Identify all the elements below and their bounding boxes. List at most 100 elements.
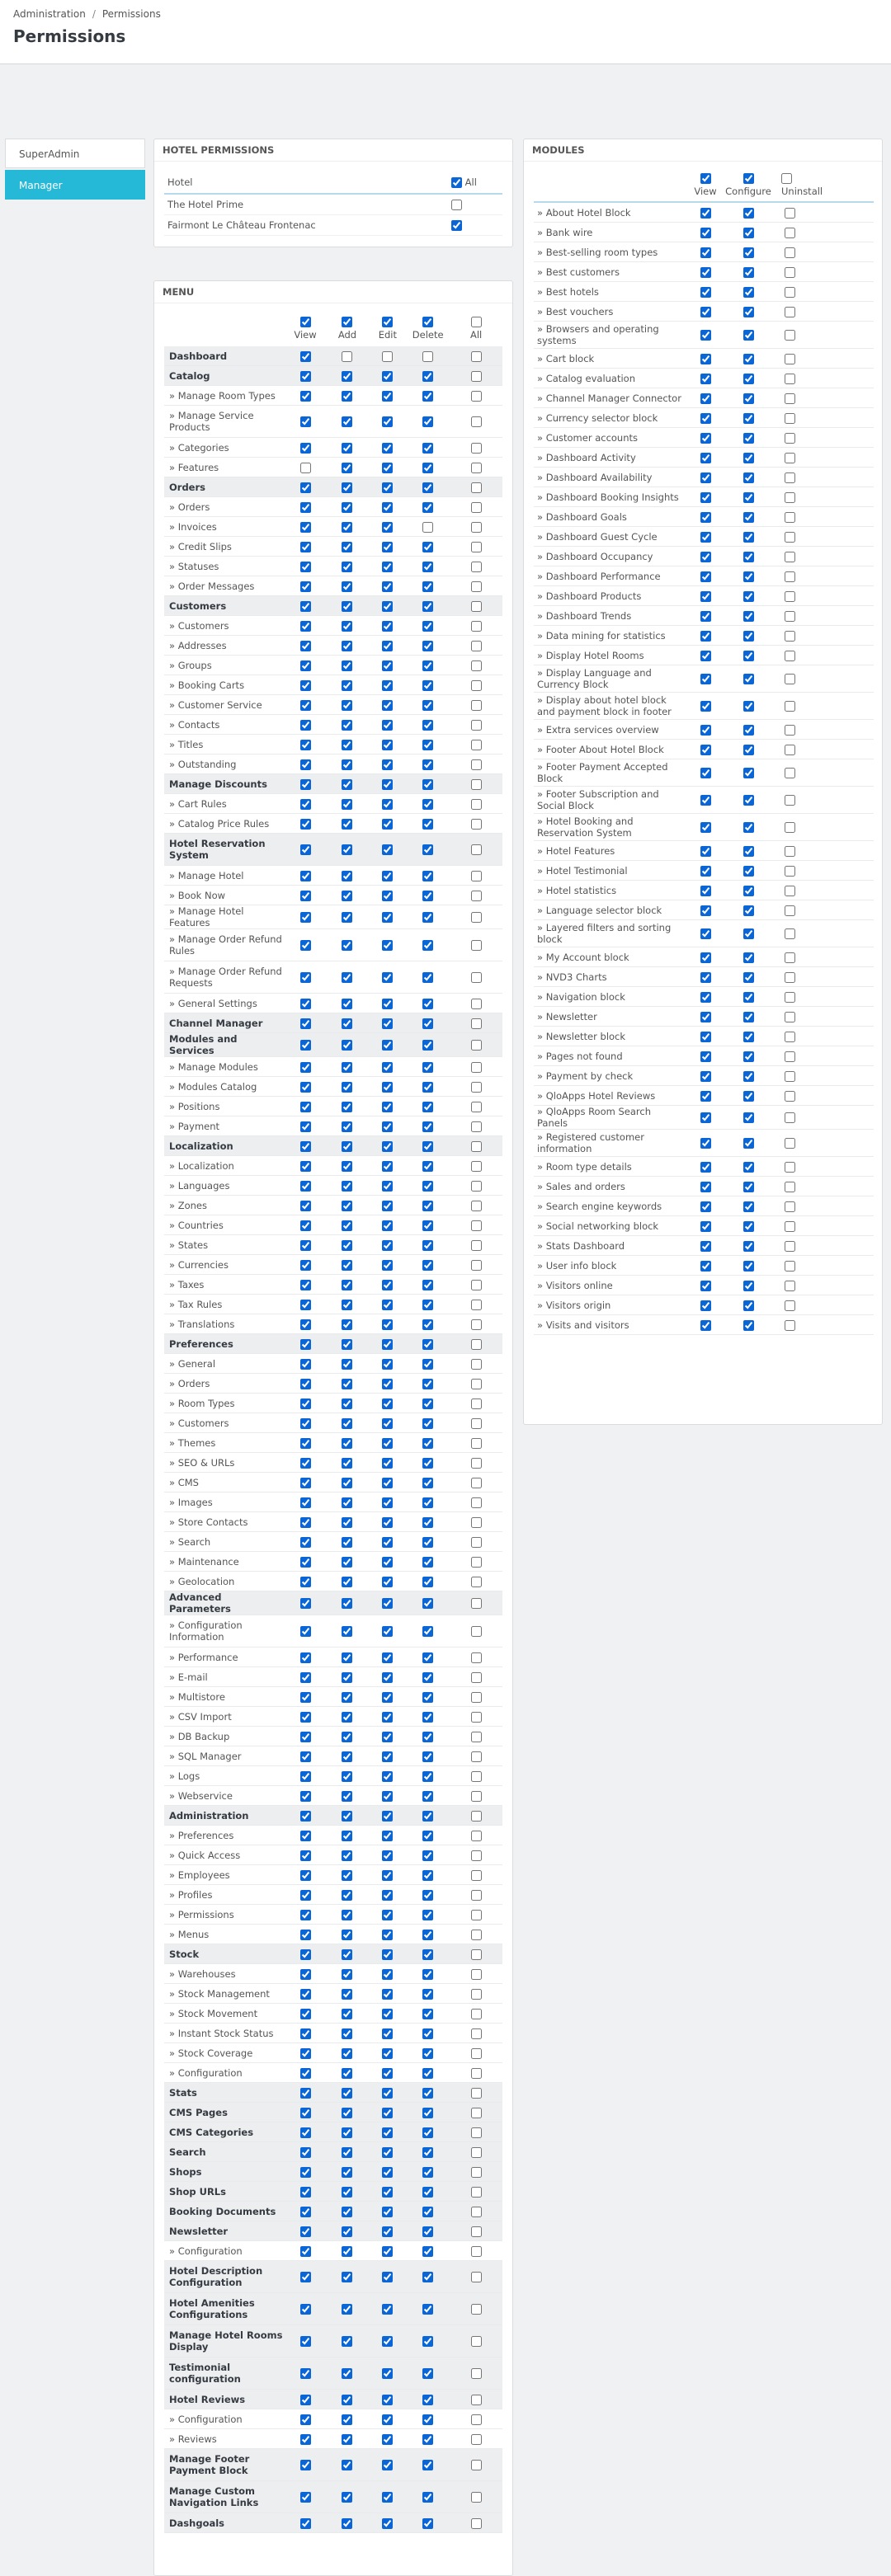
add-permission-checkbox[interactable] [342, 972, 353, 983]
view-permission-checkbox[interactable] [299, 2008, 311, 2019]
all-permission-checkbox[interactable] [470, 1259, 482, 1271]
uninstall-module-checkbox[interactable] [785, 744, 795, 755]
edit-permission-checkbox[interactable] [382, 2166, 394, 2178]
view-module-checkbox[interactable] [700, 795, 711, 806]
view-module-checkbox[interactable] [700, 991, 711, 1003]
uninstall-module-checkbox[interactable] [785, 472, 795, 483]
view-permission-checkbox[interactable] [299, 1338, 311, 1350]
delete-permission-checkbox[interactable] [422, 2127, 434, 2138]
add-permission-checkbox[interactable] [342, 1018, 353, 1029]
delete-permission-checkbox[interactable] [422, 890, 434, 901]
all-permission-checkbox[interactable] [470, 1378, 482, 1389]
delete-permission-checkbox[interactable] [422, 501, 434, 513]
view-permission-checkbox[interactable] [299, 2127, 311, 2138]
all-permission-checkbox[interactable] [470, 1929, 482, 1940]
configure-module-checkbox[interactable] [742, 1031, 754, 1042]
all-permission-checkbox[interactable] [470, 998, 482, 1009]
add-permission-checkbox[interactable] [342, 818, 353, 830]
all-permission-checkbox[interactable] [470, 640, 482, 651]
add-permission-checkbox[interactable] [342, 1220, 353, 1231]
configure-module-checkbox[interactable] [742, 1300, 754, 1311]
view-permission-checkbox[interactable] [299, 2226, 311, 2237]
all-permission-checkbox[interactable] [470, 2460, 482, 2470]
view-module-checkbox[interactable] [700, 1090, 711, 1102]
configure-module-checkbox[interactable] [742, 227, 754, 238]
configure-module-checkbox[interactable] [742, 674, 754, 684]
view-permission-checkbox[interactable] [299, 1830, 311, 1841]
all-permission-checkbox[interactable] [470, 2414, 482, 2425]
configure-module-checkbox[interactable] [742, 531, 754, 543]
view-permission-checkbox[interactable] [299, 581, 311, 592]
delete-permission-checkbox[interactable] [422, 1889, 434, 1901]
delete-permission-checkbox[interactable] [422, 370, 434, 382]
configure-module-checkbox[interactable] [742, 472, 754, 483]
view-permission-checkbox[interactable] [299, 1968, 311, 1980]
hotel-checkbox[interactable] [451, 200, 462, 210]
view-permission-checkbox[interactable] [299, 1652, 311, 1663]
view-module-checkbox[interactable] [700, 266, 711, 278]
delete-permission-checkbox[interactable] [422, 1437, 434, 1449]
view-permission-checkbox[interactable] [299, 2186, 311, 2198]
delete-permission-checkbox[interactable] [422, 1239, 434, 1251]
uninstall-module-checkbox[interactable] [785, 1138, 795, 1149]
view-permission-checkbox[interactable] [299, 2336, 311, 2347]
delete-permission-checkbox[interactable] [422, 719, 434, 731]
all-permission-checkbox[interactable] [470, 2226, 482, 2237]
add-permission-checkbox[interactable] [342, 912, 353, 923]
view-permission-checkbox[interactable] [299, 660, 311, 671]
edit-permission-checkbox[interactable] [382, 2245, 394, 2257]
view-module-checkbox[interactable] [700, 286, 711, 298]
delete-permission-checkbox[interactable] [422, 1018, 434, 1029]
delete-permission-checkbox[interactable] [422, 739, 434, 750]
uninstall-module-checkbox[interactable] [785, 247, 795, 258]
edit-permission-checkbox[interactable] [382, 2146, 394, 2158]
edit-permission-checkbox[interactable] [382, 2186, 394, 2198]
uninstall-module-checkbox[interactable] [785, 1240, 795, 1252]
all-permission-checkbox[interactable] [470, 1239, 482, 1251]
uninstall-module-checkbox[interactable] [785, 795, 795, 806]
all-permission-checkbox[interactable] [470, 679, 482, 691]
view-permission-checkbox[interactable] [299, 798, 311, 810]
view-module-checkbox[interactable] [700, 353, 711, 364]
view-permission-checkbox[interactable] [299, 1279, 311, 1290]
delete-permission-checkbox[interactable] [422, 482, 434, 493]
delete-permission-checkbox[interactable] [422, 1121, 434, 1132]
add-permission-checkbox[interactable] [342, 2433, 353, 2445]
add-permission-checkbox[interactable] [342, 1457, 353, 1469]
configure-module-checkbox[interactable] [742, 630, 754, 642]
configure-module-checkbox[interactable] [742, 1112, 754, 1123]
delete-permission-checkbox[interactable] [422, 1536, 434, 1548]
delete-permission-checkbox[interactable] [422, 600, 434, 612]
all-permission-checkbox[interactable] [470, 798, 482, 810]
configure-module-checkbox[interactable] [742, 1201, 754, 1212]
view-module-checkbox[interactable] [700, 531, 711, 543]
all-permission-checkbox[interactable] [470, 2336, 482, 2347]
add-permission-checkbox[interactable] [342, 1338, 353, 1350]
uninstall-module-checkbox[interactable] [785, 330, 795, 341]
all-permission-checkbox[interactable] [470, 482, 482, 493]
view-module-checkbox[interactable] [700, 227, 711, 238]
add-permission-checkbox[interactable] [342, 759, 353, 770]
edit-permission-checkbox[interactable] [382, 1101, 394, 1112]
add-permission-checkbox[interactable] [342, 2226, 353, 2237]
configure-module-checkbox[interactable] [742, 452, 754, 463]
view-module-checkbox[interactable] [700, 306, 711, 317]
configure-module-checkbox[interactable] [742, 701, 754, 712]
view-permission-checkbox[interactable] [299, 1948, 311, 1960]
delete-permission-checkbox[interactable] [422, 1576, 434, 1587]
delete-permission-checkbox[interactable] [422, 2272, 434, 2282]
edit-permission-checkbox[interactable] [382, 1830, 394, 1841]
uninstall-module-checkbox[interactable] [785, 286, 795, 298]
edit-permission-checkbox[interactable] [382, 2414, 394, 2425]
view-permission-checkbox[interactable] [299, 1398, 311, 1409]
delete-permission-checkbox[interactable] [422, 1220, 434, 1231]
view-permission-checkbox[interactable] [299, 1770, 311, 1782]
edit-permission-checkbox[interactable] [382, 2067, 394, 2079]
configure-module-checkbox[interactable] [742, 1280, 754, 1291]
all-permission-checkbox[interactable] [470, 1398, 482, 1409]
delete-permission-checkbox[interactable] [422, 1830, 434, 1841]
view-module-checkbox[interactable] [700, 571, 711, 582]
add-permission-checkbox[interactable] [342, 521, 353, 533]
all-permission-checkbox[interactable] [470, 1850, 482, 1861]
delete-permission-checkbox[interactable] [422, 1711, 434, 1723]
